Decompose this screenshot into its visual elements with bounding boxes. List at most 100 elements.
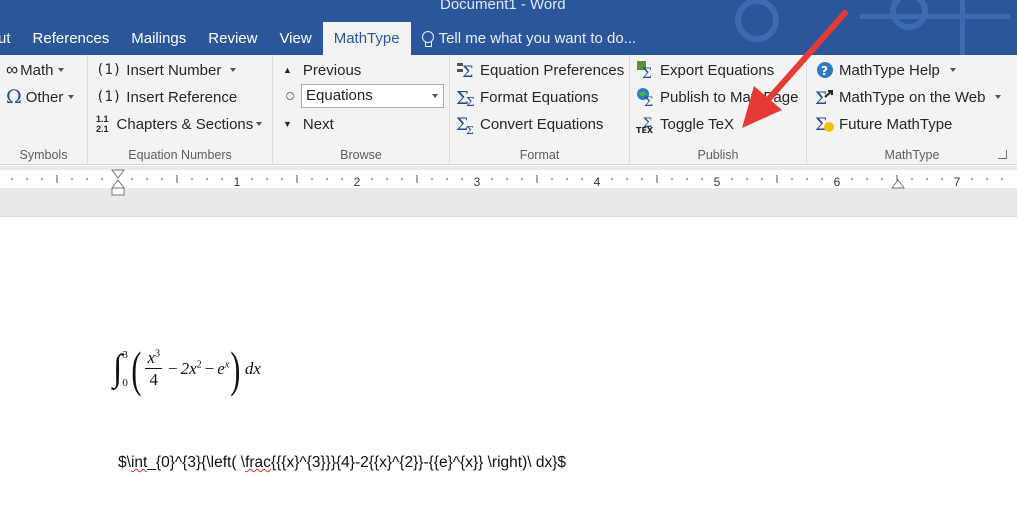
group-label-browse: Browse [340,148,382,162]
title-decoration [735,0,779,42]
format-equations-label: Format Equations [480,88,599,106]
indent-markers[interactable] [0,166,1017,200]
upper-limit: 3 [122,349,128,361]
group-label-mathtype: MathType [884,148,940,162]
browse-type-select[interactable]: Equations [301,84,444,108]
math-button[interactable]: ∞ Math [6,58,65,82]
svg-text:?: ? [821,64,828,78]
convert-equations-label: Convert Equations [480,115,604,133]
differential: dx [244,359,261,378]
publish-to-mathpage-button[interactable]: Σ Publish to MathPage [636,85,798,109]
export-equations-label: Export Equations [660,61,775,79]
title-bar: Document1 - Word ut References Mailings … [0,0,1017,55]
equation-preferences-button[interactable]: Σ Equation Preferences [456,58,624,82]
toggle-tex-button[interactable]: Σ TEX Toggle TeX [636,112,734,136]
dialog-launcher-icon[interactable] [998,150,1007,159]
fraction: x3 4 [145,348,163,390]
svg-text:TEX: TEX [636,126,654,134]
latex-frac-misspelled: frac [245,454,271,471]
mathtype-on-the-web-button[interactable]: Σ MathType on the Web [815,85,1002,109]
browse-group: ▲ Previous ▼ Next Browse [273,55,450,165]
svg-text:Σ: Σ [466,124,474,134]
tab-references[interactable]: References [22,22,121,55]
web-share-icon: Σ [815,87,835,107]
publish-to-mathpage-label: Publish to MathPage [660,88,799,106]
denominator: 4 [149,370,159,389]
group-label-symbols: Symbols [19,148,68,162]
term-exp-base: e [217,359,225,378]
export-equations-button[interactable]: Σ Export Equations [636,58,774,82]
ribbon-tabs: ut References Mailings Review View MathT… [0,22,647,55]
tab-mathtype[interactable]: MathType [322,22,411,55]
insert-reference-label: Insert Reference [126,88,238,106]
chevron-down-icon [230,68,237,72]
numerator-base: x [147,348,156,367]
term-2x-base: 2x [180,359,197,378]
mathtype-group: ? MathType Help Σ MathType on the Web Σ … [807,55,1017,165]
equation-preferences-label: Equation Preferences [480,61,625,79]
toggle-tex-label: Toggle TeX [660,115,734,133]
help-icon: ? [815,60,835,80]
latex-source-text[interactable]: $\int_{0}^{3}{\left( \frac{{{x}^{3}}}{4}… [118,454,566,472]
other-button[interactable]: Ω Other [6,85,75,109]
integral-limits: 3 0 [122,349,128,389]
latex-rest: {{{x}^{3}}}{4}-2{{x}^{2}}-{{e}^{x}} \rig… [270,454,567,471]
chevron-down-icon [58,68,65,72]
chevron-down-icon [68,95,75,99]
mathtype-help-label: MathType Help [839,61,940,79]
tab-mailings[interactable]: Mailings [120,22,197,55]
document-page[interactable]: ∫ 3 0 ( x3 4 − 2x2 − ex ) dx $\int_{0}^{… [0,218,1017,529]
chevron-down-icon [432,94,438,98]
mathtype-on-the-web-label: MathType on the Web [839,88,986,106]
insert-number-label: Insert Number [126,61,222,79]
integral-sign: ∫ [113,348,123,389]
next-button[interactable]: ▼ Next [283,112,334,136]
title-decoration [860,14,1010,19]
insert-number-button[interactable]: (1) Insert Number [96,58,237,82]
tab-review[interactable]: Review [197,22,268,55]
symbols-group: ∞ Math Ω Other Symbols [0,55,88,165]
future-mathtype-button[interactable]: Σ Future MathType [815,112,952,136]
ruler-area: 1 2 3 4 5 6 7 [0,166,1017,217]
infinity-icon: ∞ [6,60,19,79]
term-exp-exponent: x [224,359,230,371]
mathtype-help-button[interactable]: ? MathType Help [815,58,956,82]
insert-reference-button[interactable]: (1) Insert Reference [96,85,237,109]
svg-text:Σ: Σ [642,66,652,80]
browse-type-value: Equations [306,87,373,104]
tell-me-box[interactable]: Tell me what you want to do... [411,22,648,55]
tex-icon: Σ TEX [636,114,656,134]
group-label-format: Format [519,148,560,162]
other-label: Other [25,88,64,106]
insert-number-icon: (1) [96,62,122,78]
window-title: Document1 - Word [440,0,566,13]
chapters-icon: 1.1 2.1 [96,114,109,134]
minus-sign: − [168,359,178,378]
insert-reference-icon: (1) [96,89,122,105]
arrow-down-icon: ▼ [283,119,292,129]
svg-text:Σ: Σ [466,95,474,107]
svg-text:Σ: Σ [815,89,827,107]
convert-equations-button[interactable]: ΣΣ Convert Equations [456,112,603,136]
format-equations-button[interactable]: ΣΣ Format Equations [456,85,598,109]
tab-view[interactable]: View [268,22,322,55]
ribbon: ∞ Math Ω Other Symbols (1) Insert Number… [0,55,1017,165]
chapters-sections-button[interactable]: 1.1 2.1 Chapters & Sections [96,112,263,136]
future-bulb-icon: Σ [815,114,835,134]
lightbulb-icon [421,30,434,47]
arrow-up-icon: ▲ [283,65,292,75]
chapters-icon-top: 1.1 [96,114,109,124]
chevron-down-icon [995,95,1002,99]
previous-button[interactable]: ▲ Previous [283,58,361,82]
chevron-down-icon [949,68,956,72]
left-paren: ( [131,341,142,397]
math-label: Math [20,61,54,79]
title-decoration [960,0,965,55]
format-group: Σ Equation Preferences ΣΣ Format Equatio… [450,55,630,165]
tab-file[interactable]: ut [0,22,22,55]
rendered-equation[interactable]: ∫ 3 0 ( x3 4 − 2x2 − ex ) dx [113,338,261,400]
convert-equations-icon: ΣΣ [456,114,476,134]
group-label-equation-numbers: Equation Numbers [128,148,232,162]
svg-text:Σ: Σ [644,95,653,107]
term-2x-exponent: 2 [196,359,202,371]
